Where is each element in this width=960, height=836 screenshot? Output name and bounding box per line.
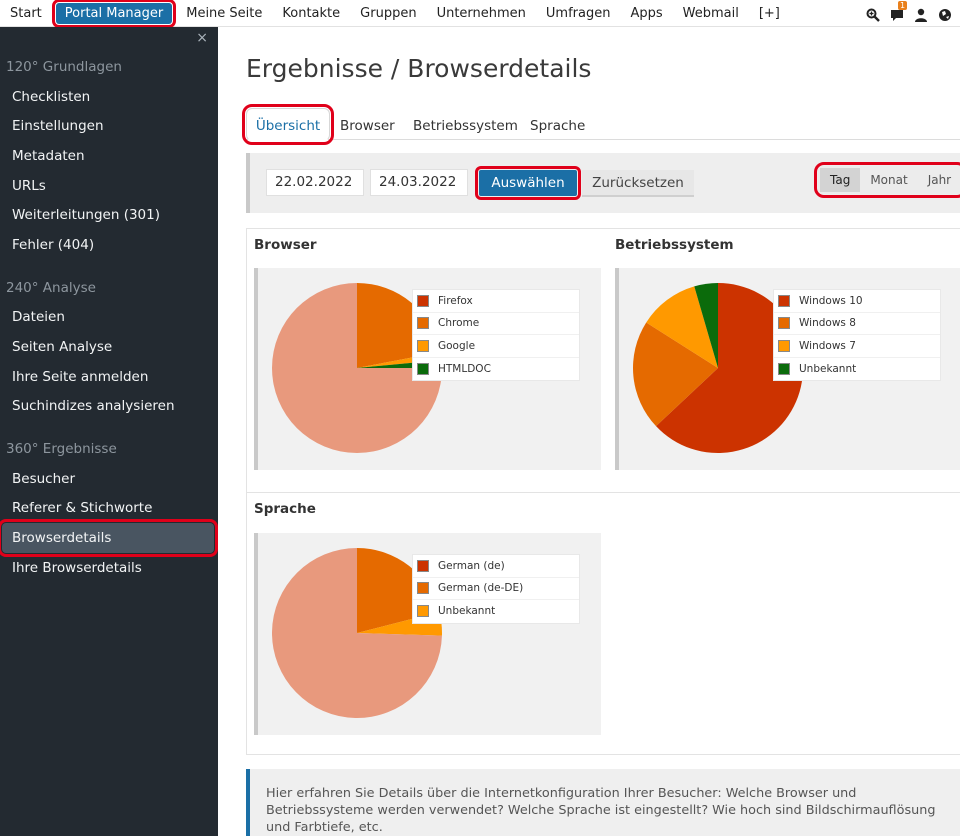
nav-gruppen[interactable]: Gruppen — [350, 0, 426, 27]
chart-heading-betriebssystem: Betriebssystem — [615, 237, 734, 253]
legend-item: Unbekannt — [413, 600, 579, 623]
legend-label: German (de-DE) — [438, 582, 524, 595]
section-title-ergebnisse: 360° Ergebnisse — [6, 441, 117, 457]
chart-heading-browser: Browser — [254, 237, 317, 253]
sidebar-item-fehler[interactable]: Fehler (404) — [0, 230, 218, 260]
section-title-analyse: 240° Analyse — [6, 280, 96, 296]
period-toggle: Tag Monat Jahr — [813, 162, 960, 198]
language-legend: German (de) German (de-DE) Unbekannt — [412, 554, 580, 624]
legend-swatch — [778, 362, 790, 375]
chat-icon[interactable]: 1 — [890, 0, 908, 21]
legend-swatch — [778, 317, 790, 330]
sidebar-item-dateien[interactable]: Dateien — [0, 302, 218, 332]
nav-kontakte[interactable]: Kontakte — [272, 0, 350, 27]
search-zoom-icon[interactable] — [866, 7, 880, 22]
date-from-input[interactable]: 22.02.2022 — [266, 169, 364, 196]
legend-label: Unbekannt — [799, 362, 857, 375]
user-icon[interactable] — [914, 7, 928, 22]
legend-swatch — [417, 582, 429, 595]
page-title: Ergebnisse / Browserdetails — [246, 54, 592, 83]
sidebar-item-besucher[interactable]: Besucher — [0, 464, 218, 494]
nav-unternehmen[interactable]: Unternehmen — [427, 0, 536, 27]
legend-item: Windows 10 — [774, 290, 940, 313]
nav-add-more[interactable]: [+] — [749, 0, 790, 27]
tab-bar: Übersicht Browser Betriebssystem Sprache — [242, 104, 960, 145]
close-icon[interactable]: × — [196, 30, 208, 46]
legend-swatch — [417, 294, 429, 307]
legend-item: German (de-DE) — [413, 578, 579, 600]
browser-legend: Firefox Chrome Google HTMLDOC — [412, 289, 580, 381]
nav-portal-manager[interactable]: Portal Manager — [51, 0, 177, 28]
legend-swatch — [778, 294, 790, 307]
period-tag-button[interactable]: Tag — [820, 168, 861, 192]
legend-item: Windows 8 — [774, 313, 940, 335]
browser-chart-box: Firefox Chrome Google HTMLDOC — [254, 268, 601, 470]
sidebar-item-einstellungen[interactable]: Einstellungen — [0, 111, 218, 141]
sidebar-item-browserdetails[interactable]: Browserdetails — [0, 519, 218, 557]
info-box: Hier erfahren Sie Details über die Inter… — [246, 769, 960, 836]
tab-sprache[interactable]: Sprache — [530, 108, 585, 140]
legend-item: Chrome — [413, 313, 579, 335]
period-jahr-button[interactable]: Jahr — [918, 168, 960, 192]
language-chart-box: German (de) German (de-DE) Unbekannt — [254, 533, 601, 735]
legend-label: Windows 7 — [799, 339, 856, 352]
sidebar-item-checklisten[interactable]: Checklisten — [0, 82, 218, 112]
sidebar-item-suchindizes[interactable]: Suchindizes analysieren — [0, 391, 218, 421]
nav-apps[interactable]: Apps — [620, 0, 672, 27]
legend-swatch — [778, 339, 790, 352]
select-button[interactable]: Auswählen — [475, 166, 581, 200]
globe-icon[interactable] — [938, 7, 952, 21]
notification-badge: 1 — [898, 0, 908, 10]
sidebar: × 120° Grundlagen Checklisten Einstellun… — [0, 27, 218, 836]
legend-item: Google — [413, 335, 579, 358]
sidebar-item-referer[interactable]: Referer & Stichworte — [0, 493, 218, 523]
section-title-grundlagen: 120° Grundlagen — [6, 59, 122, 75]
legend-swatch — [417, 605, 429, 618]
sidebar-item-seiten-analyse[interactable]: Seiten Analyse — [0, 332, 218, 362]
nav-meine-seite[interactable]: Meine Seite — [176, 0, 272, 27]
legend-label: Unbekannt — [438, 605, 496, 618]
legend-swatch — [417, 317, 429, 330]
period-monat-button[interactable]: Monat — [860, 168, 917, 192]
nav-webmail[interactable]: Webmail — [673, 0, 749, 27]
sidebar-item-weiterleitungen[interactable]: Weiterleitungen (301) — [0, 200, 218, 230]
legend-label: German (de) — [438, 559, 505, 572]
legend-item: German (de) — [413, 555, 579, 578]
filter-bar: 22.02.2022 24.03.2022 Auswählen Zurückse… — [246, 153, 960, 213]
sidebar-item-metadaten[interactable]: Metadaten — [0, 141, 218, 171]
legend-item: Unbekannt — [774, 358, 940, 381]
legend-label: Windows 10 — [799, 294, 863, 307]
top-icon-group: 1 — [866, 0, 952, 27]
legend-label: Windows 8 — [799, 317, 856, 330]
legend-swatch — [417, 339, 429, 352]
tab-betriebssystem[interactable]: Betriebssystem — [413, 108, 518, 140]
legend-item: Firefox — [413, 290, 579, 313]
sidebar-item-urls[interactable]: URLs — [0, 171, 218, 201]
nav-umfragen[interactable]: Umfragen — [536, 0, 621, 27]
legend-label: HTMLDOC — [438, 362, 491, 375]
top-navigation-bar: Start Portal Manager Meine Seite Kontakt… — [0, 0, 960, 28]
legend-swatch — [417, 362, 429, 375]
legend-item: HTMLDOC — [413, 358, 579, 381]
legend-item: Windows 7 — [774, 335, 940, 358]
legend-label: Firefox — [438, 294, 473, 307]
sidebar-item-ihre-browserdetails[interactable]: Ihre Browserdetails — [0, 553, 218, 583]
os-chart-box: Windows 10 Windows 8 Windows 7 Unbekannt — [615, 268, 960, 470]
main-menu: Start Portal Manager Meine Seite Kontakt… — [0, 0, 790, 28]
nav-start[interactable]: Start — [0, 0, 52, 27]
legend-swatch — [417, 559, 429, 572]
tab-uebersicht[interactable]: Übersicht — [242, 104, 334, 145]
chart-divider — [247, 492, 960, 493]
reset-button[interactable]: Zurücksetzen — [582, 170, 694, 197]
chart-heading-sprache: Sprache — [254, 501, 316, 517]
date-to-input[interactable]: 24.03.2022 — [370, 169, 468, 196]
os-legend: Windows 10 Windows 8 Windows 7 Unbekannt — [773, 289, 941, 381]
charts-panel: Browser Betriebssystem Sprache Firefox C… — [246, 228, 960, 755]
sidebar-item-seite-anmelden[interactable]: Ihre Seite anmelden — [0, 362, 218, 392]
tab-browser[interactable]: Browser — [340, 108, 395, 140]
legend-label: Google — [438, 339, 476, 352]
legend-label: Chrome — [438, 317, 480, 330]
